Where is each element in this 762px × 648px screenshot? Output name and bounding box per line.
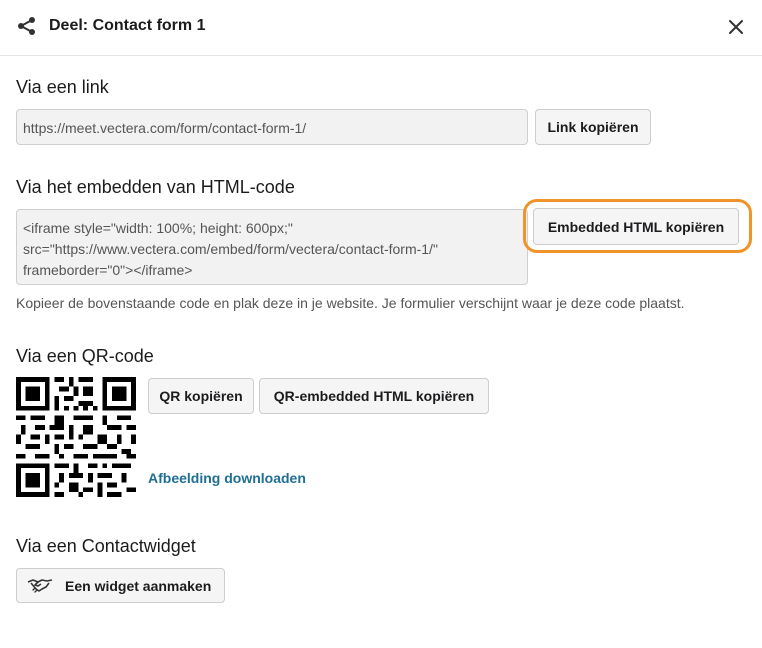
widget-section-title: Via een Contactwidget	[16, 536, 196, 556]
embed-code-line: src="https://www.vectera.com/embed/form/…	[23, 241, 438, 257]
qr-section-title: Via een QR-code	[16, 346, 154, 366]
embed-section-title: Via het embedden van HTML-code	[16, 177, 295, 197]
copy-embed-html-button[interactable]: Embedded HTML kopiëren	[533, 208, 739, 245]
create-widget-label: Een widget aanmaken	[65, 577, 212, 594]
create-widget-button[interactable]: Een widget aanmaken	[16, 568, 225, 603]
link-section-title: Via een link	[16, 77, 109, 97]
embed-hint: Kopieer de bovenstaande code en plak dez…	[16, 295, 685, 311]
link-url-field[interactable]: https://meet.vectera.com/form/contact-fo…	[16, 109, 528, 145]
close-icon[interactable]	[723, 14, 749, 40]
copy-qr-button[interactable]: QR kopiëren	[148, 378, 254, 414]
share-icon	[18, 17, 35, 35]
embed-code-field[interactable]: <iframe style="width: 100%; height: 600p…	[16, 209, 528, 285]
dialog-header: Deel: Contact form 1	[0, 0, 762, 56]
copy-qr-embed-button[interactable]: QR-embedded HTML kopiëren	[259, 378, 489, 414]
embed-code-line: <iframe style="width: 100%; height: 600p…	[23, 220, 293, 236]
download-image-link[interactable]: Afbeelding downloaden	[148, 470, 306, 486]
qr-code-image	[16, 377, 136, 497]
dialog-title: Deel: Contact form 1	[49, 17, 206, 34]
copy-link-button[interactable]: Link kopiëren	[535, 109, 651, 145]
embed-code-line: frameborder="0"></iframe>	[23, 262, 193, 278]
handshake-icon	[27, 579, 53, 593]
